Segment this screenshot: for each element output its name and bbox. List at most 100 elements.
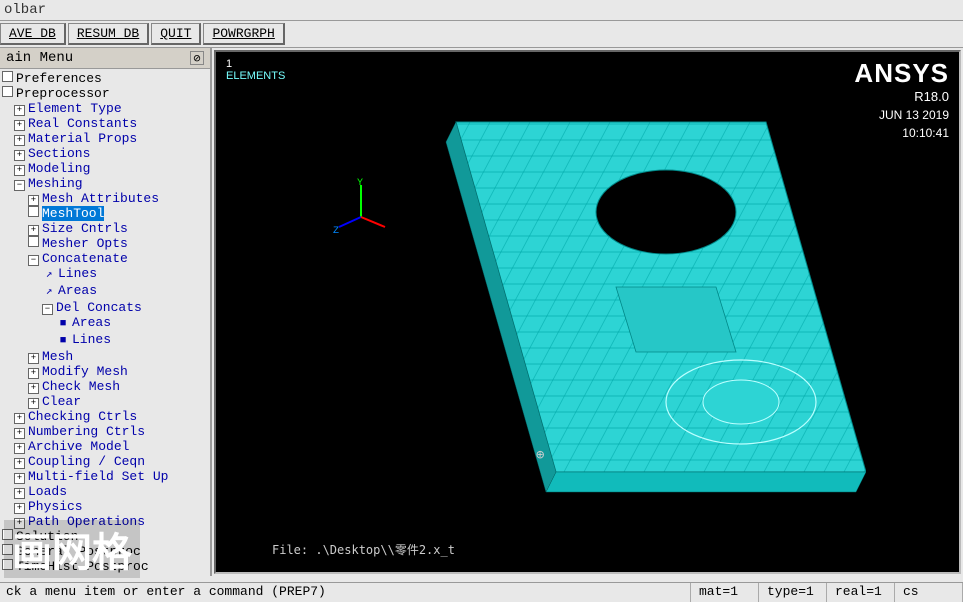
tree-item[interactable]: −Del Concats [0,300,210,315]
expand-icon[interactable] [28,206,39,217]
tree-item[interactable]: +Modify Mesh [0,364,210,379]
tree-item[interactable]: ■Lines [0,332,210,349]
tree-item[interactable]: +Checking Ctrls [0,409,210,424]
tree-item-label: Checking Ctrls [28,409,137,424]
toolbar-button[interactable]: POWRGRPH [203,23,284,45]
main-toolbar: AVE_DBRESUM_DBQUITPOWRGRPH [0,21,963,48]
tree-item[interactable]: ↗Areas [0,283,210,300]
expand-icon[interactable]: + [14,413,25,424]
pin-icon[interactable]: ⊘ [190,51,204,65]
tree-item[interactable]: +Size Cntrls [0,221,210,236]
tree-item[interactable]: +Modeling [0,161,210,176]
expand-icon[interactable]: + [14,428,25,439]
tree-item[interactable]: +Mesh Attributes [0,191,210,206]
tree-item[interactable]: −Concatenate [0,251,210,266]
viewport-elements-label: ELEMENTS [226,70,285,82]
expand-icon[interactable]: + [14,150,25,161]
tree-item-label: Areas [58,283,97,298]
expand-icon[interactable] [2,71,13,82]
tree-item-label: Modeling [28,161,90,176]
expand-icon[interactable]: + [28,368,39,379]
expand-icon[interactable]: + [28,383,39,394]
tree-item-label: MeshTool [42,206,104,221]
tree-item-label: Preferences [16,71,102,86]
tree-item[interactable]: +Multi-field Set Up [0,469,210,484]
tree-item-label: Areas [72,315,111,330]
expand-icon[interactable]: + [14,458,25,469]
tree-item[interactable]: +Mesh [0,349,210,364]
status-prompt: ck a menu item or enter a command (PREP7… [0,583,691,602]
tree-item[interactable]: Preferences [0,71,210,86]
window-titlebar: olbar [0,0,963,21]
tree-item[interactable]: ↗Lines [0,266,210,283]
tree-item[interactable]: MeshTool [0,206,210,221]
tree-item[interactable]: +Sections [0,146,210,161]
tree-item-label: Lines [58,266,97,281]
nav-compass-icon: ⊕ [536,447,544,464]
main-area: ain Menu ⊘ Preferences Preprocessor+Elem… [0,48,963,576]
toolbar-button[interactable]: QUIT [151,23,201,45]
tree-item[interactable]: +Element Type [0,101,210,116]
expand-icon[interactable]: + [14,120,25,131]
expand-icon[interactable]: + [28,195,39,206]
expand-icon[interactable]: − [42,304,53,315]
tree-item-label: Modify Mesh [42,364,128,379]
expand-icon[interactable] [2,86,13,97]
toolbar-button[interactable]: RESUM_DB [68,23,149,45]
tree-item[interactable]: +Coupling / Ceqn [0,454,210,469]
status-bar: ck a menu item or enter a command (PREP7… [0,582,963,602]
expand-icon[interactable] [28,236,39,247]
mesh-render [306,92,866,522]
menu-tree: Preferences Preprocessor+Element Type+Re… [0,69,210,573]
item-icon: ↗ [42,285,56,300]
tree-item-label: Physics [28,499,83,514]
expand-icon[interactable]: + [28,353,39,364]
tree-item-label: Concatenate [42,251,128,266]
tree-item[interactable]: Mesher Opts [0,236,210,251]
status-cs: cs [895,583,963,602]
expand-icon[interactable]: + [14,443,25,454]
expand-icon[interactable]: + [14,165,25,176]
expand-icon[interactable]: − [28,255,39,266]
status-real: real=1 [827,583,895,602]
tree-item-label: Del Concats [56,300,142,315]
expand-icon[interactable]: + [28,398,39,409]
tree-item-label: Sections [28,146,90,161]
tree-item[interactable]: +Material Props [0,131,210,146]
expand-icon[interactable]: + [14,473,25,484]
item-icon: ■ [56,317,70,332]
expand-icon[interactable]: + [14,135,25,146]
tree-item[interactable]: Preprocessor [0,86,210,101]
tree-item[interactable]: +Physics [0,499,210,514]
expand-icon[interactable]: + [28,225,39,236]
tree-item-label: Mesh [42,349,73,364]
tree-item-label: Material Props [28,131,137,146]
tree-item[interactable]: +Check Mesh [0,379,210,394]
status-mat: mat=1 [691,583,759,602]
graphics-viewport[interactable]: 1 ELEMENTS ANSYS R18.0 JUN 13 2019 10:10… [214,50,961,574]
tree-item-label: Check Mesh [42,379,120,394]
item-icon: ↗ [42,268,56,283]
tree-item[interactable]: +Real Constants [0,116,210,131]
tree-item-label: Meshing [28,176,83,191]
item-icon: ■ [56,334,70,349]
tree-item-label: Archive Model [28,439,129,454]
tree-item-label: Size Cntrls [42,221,128,236]
expand-icon[interactable]: + [14,105,25,116]
tree-item[interactable]: +Archive Model [0,439,210,454]
expand-icon[interactable]: + [14,488,25,499]
tree-item[interactable]: ■Areas [0,315,210,332]
tree-item[interactable]: −Meshing [0,176,210,191]
toolbar-button[interactable]: AVE_DB [0,23,66,45]
tree-item-label: Loads [28,484,67,499]
main-menu-title: ain Menu [6,50,73,66]
svg-text:Y: Y [357,178,363,189]
tree-item-label: Coupling / Ceqn [28,454,145,469]
tree-item[interactable]: +Clear [0,394,210,409]
expand-icon[interactable]: + [14,503,25,514]
expand-icon[interactable]: − [14,180,25,191]
tree-item[interactable]: +Numbering Ctrls [0,424,210,439]
svg-text:Z: Z [333,226,339,237]
tree-item[interactable]: +Loads [0,484,210,499]
viewport-overlay-tr: ANSYS R18.0 JUN 13 2019 10:10:41 [854,58,949,140]
